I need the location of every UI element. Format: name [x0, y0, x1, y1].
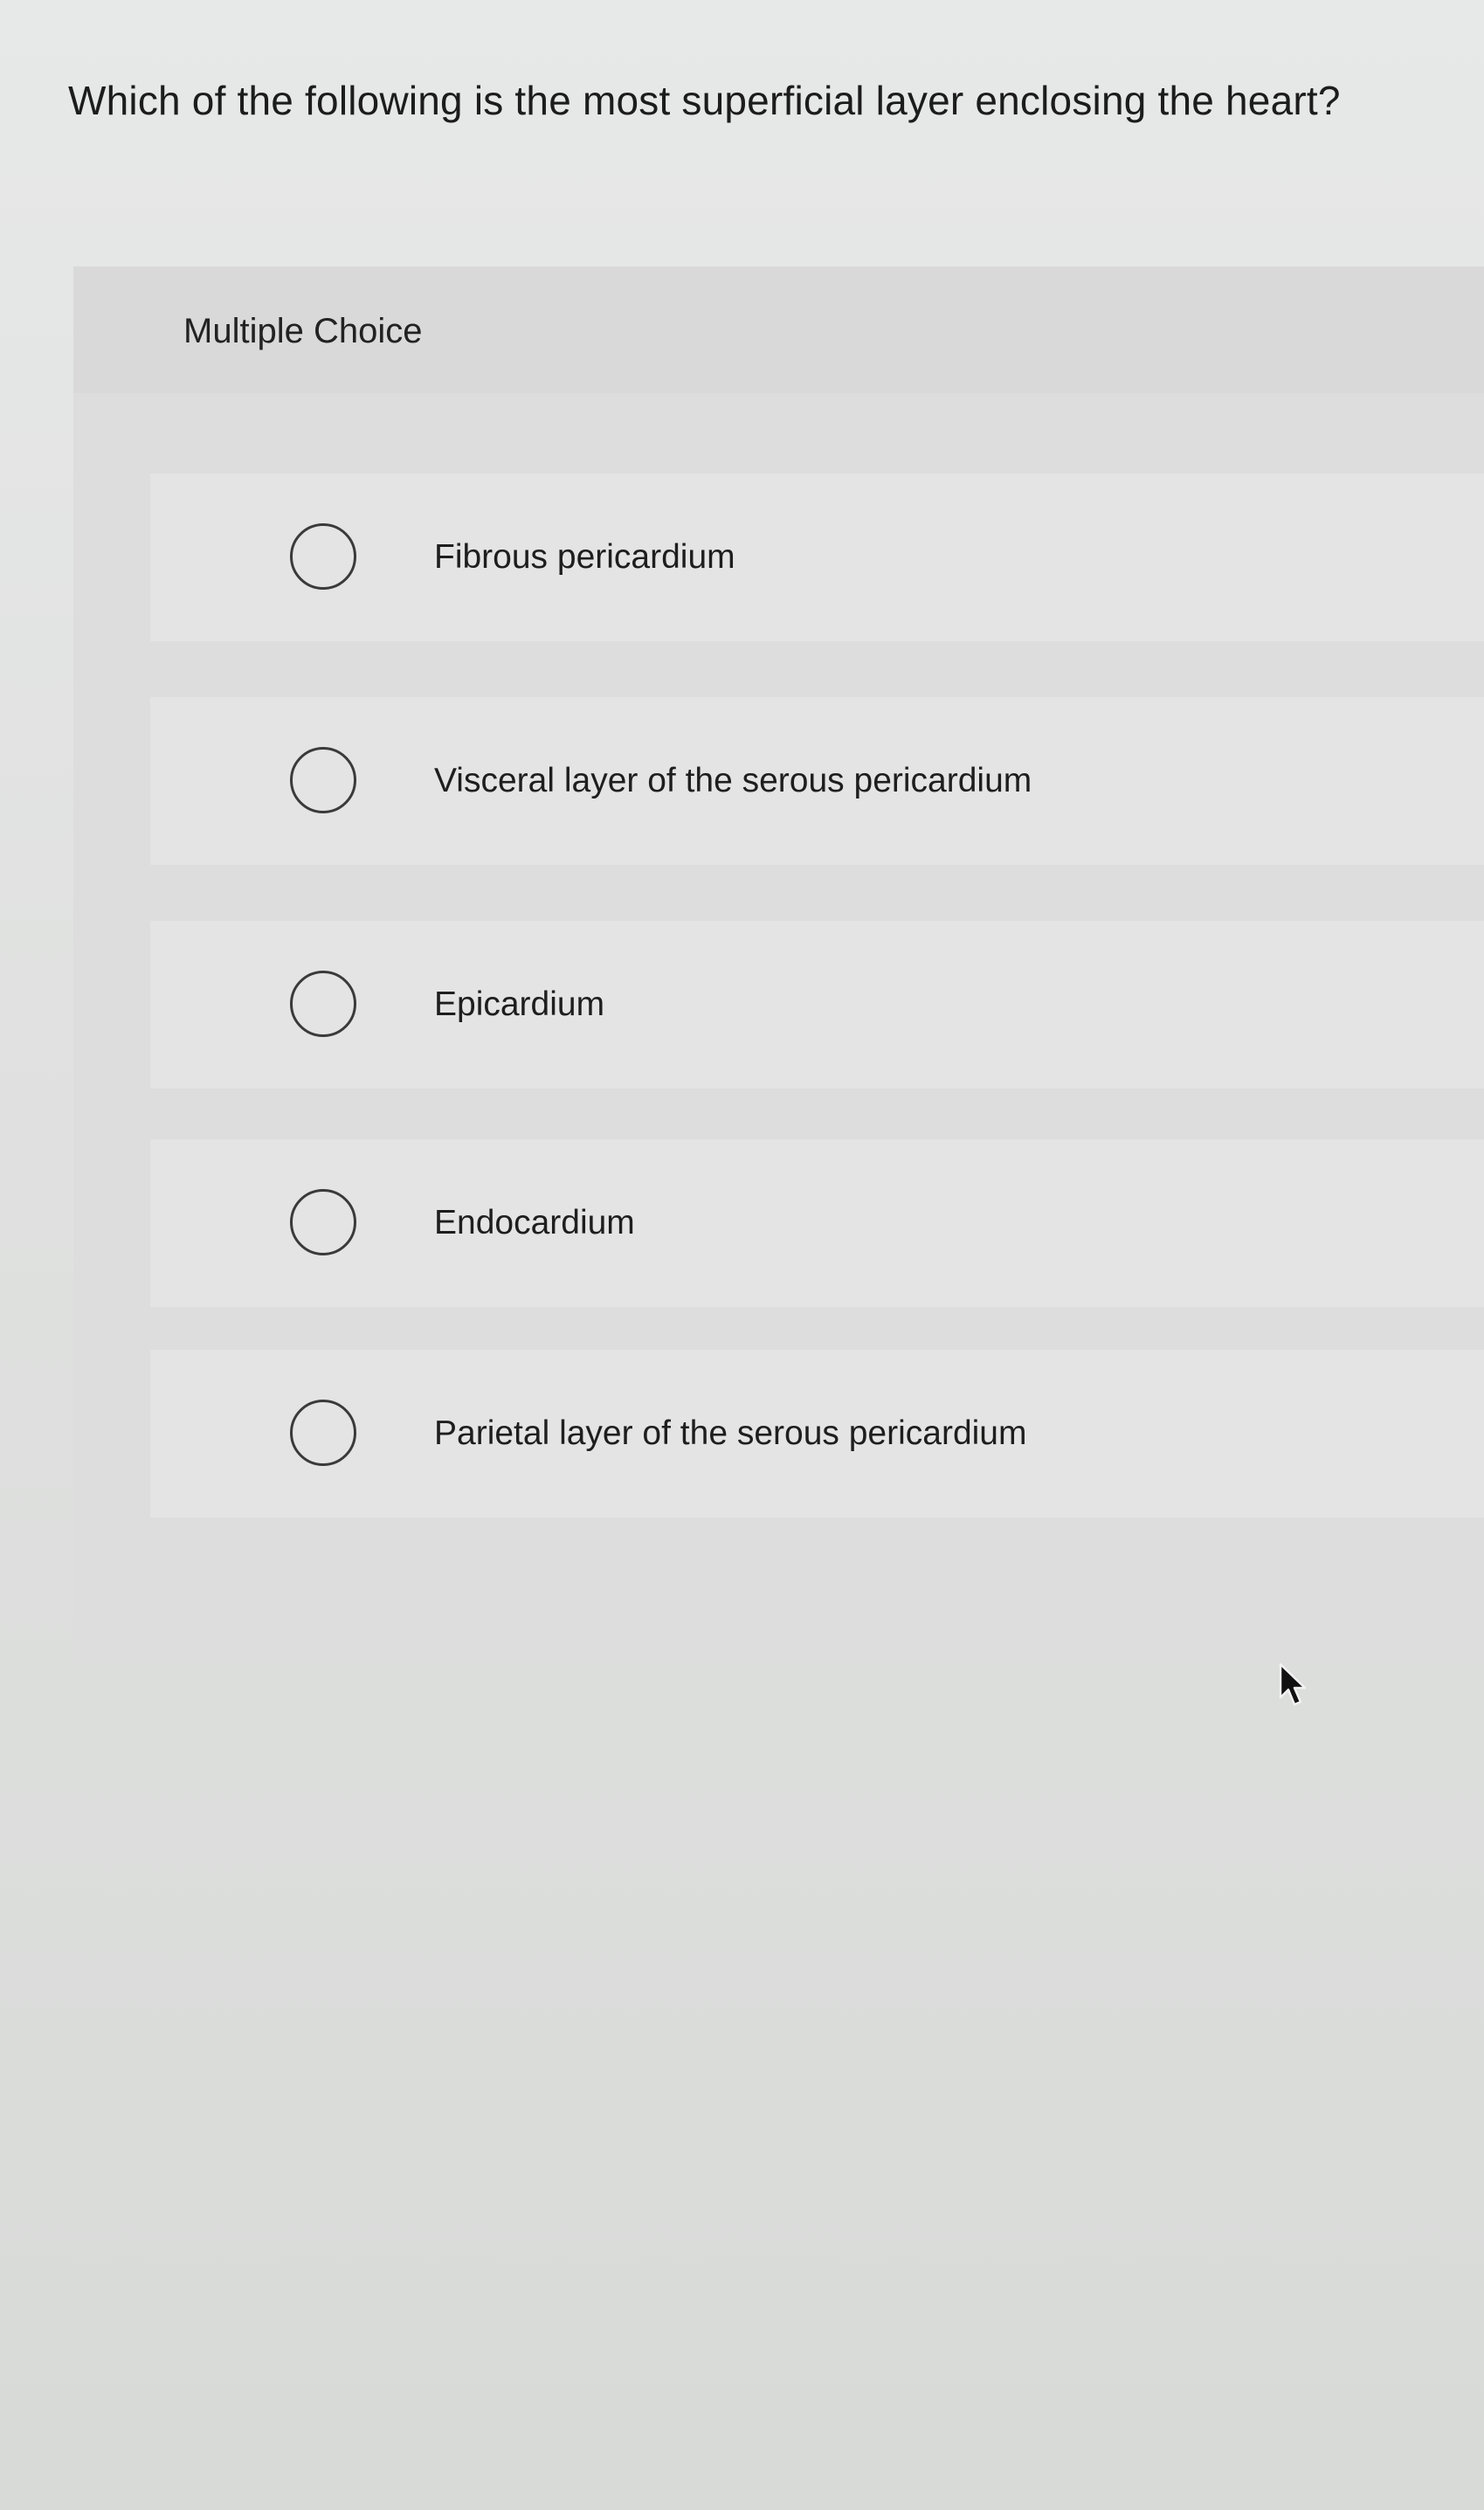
option-fibrous-pericardium[interactable]: Fibrous pericardium	[150, 474, 1484, 641]
option-label: Endocardium	[434, 1204, 635, 1241]
option-label: Visceral layer of the serous pericardium	[434, 762, 1032, 799]
mouse-pointer-icon	[1279, 1663, 1307, 1706]
multiple-choice-label: Multiple Choice	[183, 312, 423, 350]
radio-unselected-icon[interactable]	[290, 523, 356, 590]
multiple-choice-panel: Multiple Choice Fibrous pericardium Visc…	[73, 266, 1484, 1664]
option-label: Epicardium	[434, 985, 605, 1023]
option-epicardium[interactable]: Epicardium	[150, 921, 1484, 1089]
radio-unselected-icon[interactable]	[290, 971, 356, 1037]
option-endocardium[interactable]: Endocardium	[150, 1139, 1484, 1307]
radio-unselected-icon[interactable]	[290, 747, 356, 813]
panel-header: Multiple Choice	[73, 266, 1484, 393]
option-label: Parietal layer of the serous pericardium	[434, 1414, 1027, 1452]
option-parietal-layer[interactable]: Parietal layer of the serous pericardium	[150, 1350, 1484, 1518]
option-visceral-layer[interactable]: Visceral layer of the serous pericardium	[150, 697, 1484, 865]
option-label: Fibrous pericardium	[434, 538, 735, 576]
question-text: Which of the following is the most super…	[68, 78, 1341, 123]
radio-unselected-icon[interactable]	[290, 1189, 356, 1255]
radio-unselected-icon[interactable]	[290, 1400, 356, 1466]
